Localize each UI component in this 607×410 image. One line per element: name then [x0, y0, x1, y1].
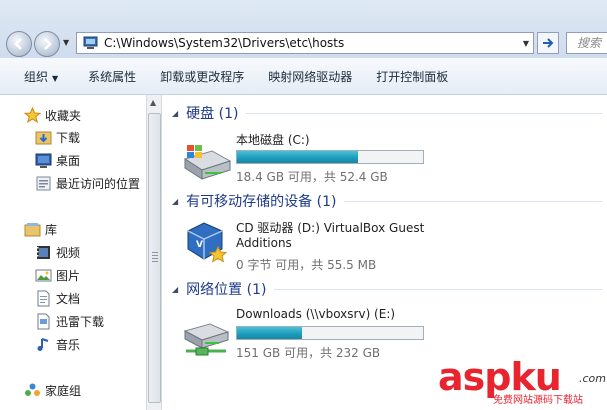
- address-path: C:\Windows\System32\Drivers\etc\hosts: [104, 36, 345, 50]
- thunder-download-icon: [35, 313, 52, 330]
- watermark-domain: .com: [579, 372, 606, 385]
- site-watermark: aspku .com 免费网站源码下载站: [438, 355, 607, 410]
- drive-e-name: Downloads (\\vboxsrv) (E:): [236, 307, 396, 321]
- nav-thunder-downloads[interactable]: 迅雷下载: [35, 311, 104, 331]
- nav-documents-label: 文档: [56, 291, 81, 306]
- drive-c-usage-bar: [236, 150, 424, 164]
- uninstall-program-button[interactable]: 卸载或更改程序: [160, 68, 244, 85]
- nav-pictures[interactable]: 图片: [35, 265, 80, 285]
- drive-c-name: 本地磁盘 (C:): [236, 133, 310, 147]
- organize-label: 组织: [24, 69, 49, 84]
- nav-libraries-label: 库: [45, 222, 58, 237]
- group-header-removable[interactable]: ◢ 有可移动存储的设备 (1): [172, 190, 602, 212]
- watermark-slogan: 免费网站源码下载站: [493, 395, 583, 406]
- search-input[interactable]: 搜索: [566, 32, 607, 54]
- command-bar: 组织 ▼ 系统属性 卸载或更改程序 映射网络驱动器 打开控制面板: [0, 58, 607, 95]
- drive-d-size: 0 字节 可用，共 55.5 MB: [236, 258, 377, 272]
- drive-d-name: CD 驱动器 (D:) VirtualBox Guest: [236, 221, 425, 235]
- navigation-scrollbar[interactable]: ▲: [146, 95, 162, 410]
- nav-music-label: 音乐: [56, 337, 81, 352]
- group-divider: [246, 112, 602, 114]
- collapse-triangle-icon: ◢: [172, 108, 179, 118]
- star-icon: [24, 106, 41, 124]
- group-removable-label: 有可移动存储的设备 (1): [186, 194, 337, 210]
- open-control-panel-button[interactable]: 打开控制面板: [376, 68, 448, 85]
- group-divider: [274, 288, 602, 290]
- nav-music[interactable]: 音乐: [35, 334, 80, 354]
- go-button[interactable]: [537, 32, 559, 54]
- nav-homegroup[interactable]: 家庭组: [24, 380, 81, 400]
- chevron-down-icon: ▼: [52, 73, 59, 83]
- picture-icon: [35, 267, 52, 284]
- nav-downloads[interactable]: 下载: [35, 127, 80, 147]
- forward-arrow-icon: [44, 38, 52, 50]
- scroll-up-icon[interactable]: ▲: [150, 98, 156, 107]
- downloads-folder-icon: [35, 129, 52, 146]
- nav-favorites-label: 收藏夹: [45, 108, 82, 123]
- group-header-hdd[interactable]: ◢ 硬盘 (1): [172, 102, 602, 124]
- drive-e-size: 151 GB 可用，共 232 GB: [236, 346, 381, 360]
- back-button[interactable]: [6, 31, 32, 57]
- virtualbox-cd-icon: V: [187, 222, 228, 263]
- desktop-icon: [35, 152, 52, 169]
- nav-homegroup-label: 家庭组: [45, 383, 82, 398]
- nav-downloads-label: 下载: [56, 130, 81, 145]
- group-divider: [344, 200, 602, 202]
- drive-c-usage-fill: [237, 151, 358, 163]
- hard-drive-windows-icon: [183, 145, 232, 180]
- address-dropdown-icon[interactable]: ▼: [519, 39, 533, 48]
- group-header-network[interactable]: ◢ 网络位置 (1): [172, 278, 602, 300]
- nav-favorites[interactable]: 收藏夹: [24, 105, 81, 125]
- nav-videos[interactable]: 视频: [35, 242, 80, 262]
- homegroup-icon: [24, 382, 41, 399]
- nav-desktop-label: 桌面: [56, 153, 81, 168]
- recent-places-icon: [35, 175, 52, 192]
- address-bar-area: ▼ C:\Windows\System32\Drivers\etc\hosts …: [0, 0, 607, 58]
- nav-desktop[interactable]: 桌面: [35, 150, 80, 170]
- back-arrow-icon: [14, 38, 22, 50]
- collapse-triangle-icon: ◢: [172, 284, 179, 294]
- drive-c-size: 18.4 GB 可用，共 52.4 GB: [236, 170, 388, 184]
- document-icon: [35, 290, 52, 307]
- computer-icon: [83, 36, 98, 49]
- scrollbar-grip-icon: [152, 252, 158, 262]
- scrollbar-thumb[interactable]: [148, 113, 161, 403]
- nav-documents[interactable]: 文档: [35, 288, 80, 308]
- nav-pictures-label: 图片: [56, 268, 81, 283]
- nav-libraries[interactable]: 库: [24, 219, 57, 239]
- video-icon: [35, 244, 52, 261]
- network-drive-icon: [183, 323, 230, 356]
- forward-button[interactable]: [34, 31, 60, 57]
- address-input[interactable]: C:\Windows\System32\Drivers\etc\hosts ▼: [76, 32, 534, 54]
- organize-menu[interactable]: 组织 ▼: [24, 68, 58, 85]
- library-icon: [24, 221, 41, 238]
- nav-videos-label: 视频: [56, 245, 81, 260]
- go-arrow-icon: [543, 38, 554, 48]
- group-network-label: 网络位置 (1): [186, 282, 267, 298]
- recent-pages-dropdown-icon[interactable]: ▼: [63, 38, 73, 48]
- svg-text:V: V: [196, 240, 203, 250]
- nav-thunder-label: 迅雷下载: [56, 314, 105, 329]
- music-note-icon: [35, 336, 52, 353]
- map-network-drive-button[interactable]: 映射网络驱动器: [268, 68, 352, 85]
- nav-recent-label: 最近访问的位置: [56, 176, 141, 191]
- group-hdd-label: 硬盘 (1): [186, 106, 239, 122]
- drive-e-usage-fill: [237, 327, 303, 339]
- system-properties-button[interactable]: 系统属性: [88, 68, 136, 85]
- nav-recent-places[interactable]: 最近访问的位置: [35, 173, 140, 193]
- drive-d-name-line2: Additions: [236, 236, 292, 250]
- drive-e-usage-bar: [236, 326, 424, 340]
- collapse-triangle-icon: ◢: [172, 196, 179, 206]
- navigation-pane: 收藏夹 下载 桌面 最近访问的位置 库 视频 图片 文档 迅雷下载 音乐 家庭组: [0, 95, 146, 410]
